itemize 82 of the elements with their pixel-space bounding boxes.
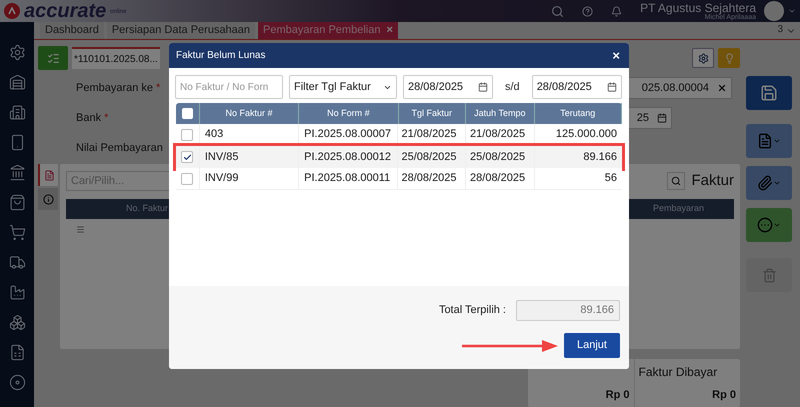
table-cell-text: 56 [604,171,618,186]
calendar-icon[interactable] [478,82,488,92]
filter-dropdown[interactable]: Filter Tgl Faktur [289,75,397,99]
warehouse-icon[interactable] [8,74,26,91]
table-row[interactable]: INV/85 PI.2025.08.00012 25/08/2025 25/08/2025 89.166 [176,146,622,168]
lightbulb-icon [724,52,734,64]
table-cell: INV/99 [200,168,300,189]
truck-icon[interactable] [8,254,26,271]
date-field[interactable]: 28/08/2025 [532,75,622,99]
panel-title: Faktur [691,171,734,191]
company-name: PT Agustus Sejahtera [640,2,756,14]
caret-icon [773,221,781,229]
field-label: Pembayaran ke [76,80,154,96]
checkbox[interactable] [181,151,194,163]
calendar-icon[interactable] [606,82,617,92]
table-cell: 28/08/2025 [398,168,466,189]
paperclip-icon [757,175,773,191]
gear-icon [698,52,708,64]
search-button[interactable] [667,172,686,190]
settings-button[interactable] [692,48,714,68]
search-icon[interactable] [551,4,564,18]
table-row[interactable]: INV/99 PI.2025.08.00011 28/08/2025 28/08/2025 56 [176,168,622,190]
logo-icon [4,3,20,19]
checkbox[interactable] [181,172,194,184]
close-button[interactable]: × [612,46,620,66]
more-button[interactable] [746,208,792,242]
spreadsheet-icon[interactable] [8,344,26,361]
date-field[interactable]: 28/08/2025 [403,75,493,99]
dialog-title: Faktur Belum Lunas [176,49,266,63]
boxes-icon[interactable] [8,314,26,331]
factory-icon[interactable] [8,284,26,301]
range-separator: s/d [504,80,521,95]
gear-icon[interactable] [8,44,26,61]
required-mark: * [104,110,108,126]
select-all-checkbox[interactable] [182,108,193,119]
checkbox[interactable] [181,128,194,140]
avatar[interactable] [764,1,784,21]
caret-icon [773,137,781,145]
help-icon[interactable] [582,6,594,16]
menu-icon [76,224,85,234]
table-cell-text: 125.000.000 [554,127,618,142]
list-icon [46,52,60,64]
ellipsis-circle-icon [757,217,773,233]
save-icon [760,84,778,102]
trash-icon [762,268,776,282]
amount-value: Rp 0 [712,388,736,402]
save-button[interactable] [746,76,792,110]
bell-icon[interactable] [611,6,622,16]
info-icon [42,194,54,204]
clear-icon[interactable] [717,83,727,93]
bank-icon[interactable] [8,164,26,181]
document-tab[interactable] [38,164,58,186]
document-icon [44,170,54,180]
total-field: 89.166 [516,300,620,321]
summary-label: Faktur Dibayar [638,364,718,381]
total-label: Total Terpilih : [438,303,506,318]
disc-icon[interactable] [8,374,26,391]
table-cell: PI.2025.08.00011 [299,168,398,189]
attachment-button[interactable] [746,166,792,200]
building-icon[interactable] [8,104,26,121]
document-icon [757,133,773,149]
tab-count: 3 [777,23,783,37]
cart-icon[interactable] [8,224,26,241]
search-field[interactable]: No Faktur / No Forn [175,75,283,99]
calendar-icon[interactable] [657,113,667,123]
table-cell: 28/08/2025 [466,168,535,189]
table-cell-text: 89.166 [582,150,618,165]
list-button[interactable] [38,46,68,70]
search-icon [671,176,682,186]
bag-icon[interactable] [8,194,26,211]
info-tab[interactable] [38,188,58,210]
field-label: Nilai Pembayaran [76,140,163,156]
logo-text: accurate [24,1,106,21]
table-row[interactable]: 403 PI.2025.08.00007 21/08/2025 21/08/2025 125.000.000 [176,124,622,146]
caret-icon [788,7,796,15]
document-menu-button[interactable] [746,124,792,158]
continue-button[interactable]: Lanjut [564,333,620,358]
required-mark: * [156,80,160,96]
field-label: Bank [76,110,102,126]
caret-icon [773,179,781,187]
form-number: *110101.2025.08... [72,47,160,69]
amount-value: Rp 0 [606,388,630,402]
